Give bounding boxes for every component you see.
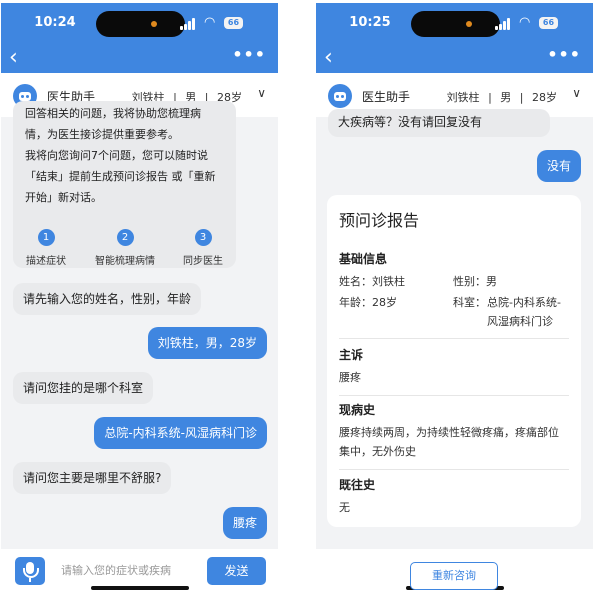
back-icon[interactable]: ‹ xyxy=(324,47,333,69)
divider xyxy=(339,469,569,470)
section-basic-info: 基础信息 xyxy=(339,252,388,266)
step-2: 2 智能梳理病情 xyxy=(90,229,160,267)
report-title: 预问诊报告 xyxy=(339,211,420,230)
chat-screen-left: 10:24 ◠ 66 ‹ ••• 医生助手 刘铁柱 | 男 | 28岁 ∨ 回答… xyxy=(1,3,278,593)
dynamic-island xyxy=(411,11,500,37)
wifi-icon: ◠ xyxy=(204,15,216,30)
user-message: 没有 xyxy=(536,150,581,182)
past-history-value: 无 xyxy=(339,501,350,514)
send-button[interactable]: 发送 xyxy=(207,557,266,585)
intro-line: 我将向您询问7个问题，您可以随时说 xyxy=(25,149,208,162)
chief-complaint-value: 腰疼 xyxy=(339,371,361,384)
section-past-history: 既往史 xyxy=(339,478,376,492)
report-screen-right: 10:25 ◠ 66 ‹ ••• 医生助手 刘铁柱 | 男 | 28岁 ∨ 大疾… xyxy=(316,3,593,593)
present-history-line1: 腰疼持续两周，为持续性轻微疼痛，疼痛部位 xyxy=(339,426,559,439)
patient-name: 刘铁柱 xyxy=(446,91,480,104)
divider xyxy=(339,395,569,396)
home-indicator xyxy=(91,586,189,590)
signal-icon xyxy=(180,18,196,30)
divider xyxy=(339,338,569,339)
microphone-icon[interactable] xyxy=(15,557,45,585)
report-card: 预问诊报告 基础信息 姓名：刘铁柱 性别：男 年龄：28岁 科室： 总院-内科系… xyxy=(327,195,581,527)
patient-age: 28岁 xyxy=(532,91,557,104)
dynamic-island xyxy=(96,11,185,37)
user-message: 刘铁柱，男，28岁 xyxy=(147,327,267,359)
patient-summary: 刘铁柱 | 男 | 28岁 xyxy=(446,91,557,104)
gender-value: 性别：男 xyxy=(453,275,497,288)
battery-icon: 66 xyxy=(539,17,558,29)
user-message: 总院-内科系统-风湿病科门诊 xyxy=(94,417,267,449)
intro-text: 回答相关的问题，我将协助您梳理病 情，为医生接诊提供重要参考。 我将向您询问7个… xyxy=(25,107,225,208)
department-value-line1: 总院-内科系统- xyxy=(487,296,561,309)
wifi-icon: ◠ xyxy=(519,15,531,30)
chevron-down-icon[interactable]: ∨ xyxy=(572,86,581,100)
battery-icon: 66 xyxy=(224,17,243,29)
back-icon[interactable]: ‹ xyxy=(9,47,18,69)
app-header: 10:24 ◠ 66 ‹ ••• xyxy=(1,3,278,73)
more-icon[interactable]: ••• xyxy=(547,45,581,64)
intro-line: 开始」新对话。 xyxy=(25,191,102,204)
department-label: 科室： xyxy=(453,296,486,309)
assistant-name: 医生助手 xyxy=(362,90,411,104)
section-chief-complaint: 主诉 xyxy=(339,348,364,362)
symptom-input[interactable]: 请输入您的症状或疾病 xyxy=(53,557,199,585)
app-header: 10:25 ◠ 66 ‹ ••• xyxy=(316,3,593,73)
status-time: 10:25 xyxy=(349,15,391,30)
bot-message: 请问您挂的是哪个科室 xyxy=(13,372,154,404)
patient-gender: 男 xyxy=(500,91,512,104)
age-value: 年龄：28岁 xyxy=(339,296,397,309)
status-icons: ◠ 66 xyxy=(180,15,258,32)
intro-line: 「结束」提前生成预问诊报告 或「重新 xyxy=(25,170,216,183)
intro-line: 情，为医生接诊提供重要参考。 xyxy=(25,128,179,141)
bot-message: 大疾病等？没有请回复没有 xyxy=(328,109,550,137)
step-3: 3 同步医生 xyxy=(168,229,238,267)
department-value-line2: 风湿病科门诊 xyxy=(487,315,553,328)
input-bar: 请输入您的症状或疾病 发送 xyxy=(1,549,278,593)
signal-icon xyxy=(495,18,511,30)
section-present-history: 现病史 xyxy=(339,403,376,417)
name-value: 姓名：刘铁柱 xyxy=(339,275,405,288)
robot-avatar-icon xyxy=(328,84,352,108)
chevron-down-icon[interactable]: ∨ xyxy=(257,86,266,100)
intro-line: 回答相关的问题，我将协助您梳理病 xyxy=(25,107,201,120)
user-message: 腰疼 xyxy=(222,507,267,539)
bot-message: 请问您主要是哪里不舒服? xyxy=(13,462,172,494)
present-history-line2: 集中，无外伤史 xyxy=(339,445,416,458)
status-icons: ◠ 66 xyxy=(495,15,573,32)
restart-consultation-button[interactable]: 重新咨询 xyxy=(410,562,498,590)
intro-message: 回答相关的问题，我将协助您梳理病 情，为医生接诊提供重要参考。 我将向您询问7个… xyxy=(13,101,236,268)
bot-message: 请先输入您的姓名，性别，年龄 xyxy=(13,283,202,315)
status-time: 10:24 xyxy=(34,15,76,30)
more-icon[interactable]: ••• xyxy=(232,45,266,64)
step-1: 1 描述症状 xyxy=(11,229,81,267)
